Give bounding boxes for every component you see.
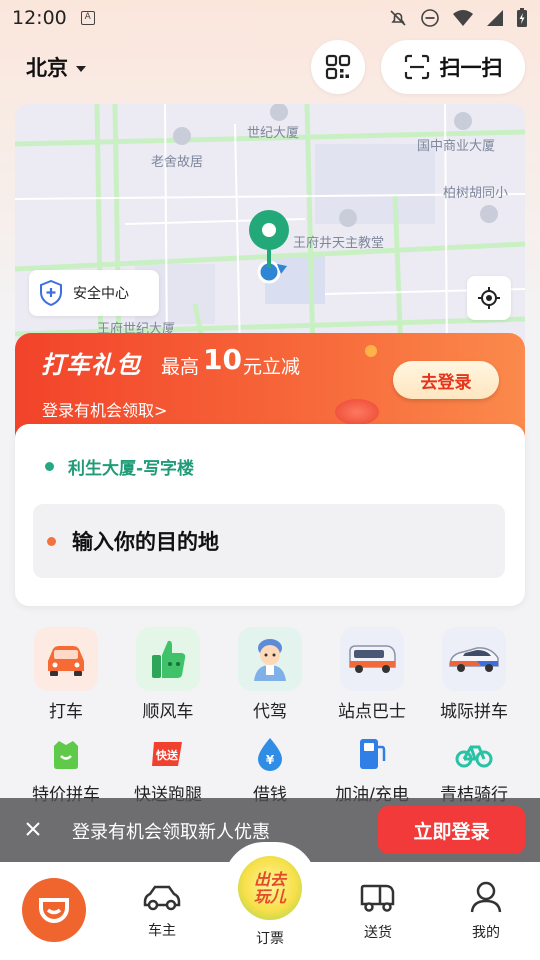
svg-text:快送: 快送	[155, 748, 179, 762]
profile-icon	[470, 881, 502, 913]
service-station-bus[interactable]: 站点巴士	[322, 627, 422, 722]
taxi-car-icon	[34, 627, 98, 691]
trip-card: 利生大厦-写字楼 输入你的目的地	[15, 424, 525, 606]
map-label-poi: 柏树胡同小	[443, 186, 509, 201]
caret-down-icon	[76, 65, 86, 72]
city-name: 北京	[26, 56, 68, 80]
map-label-poi: 国中商业大厦	[417, 139, 496, 154]
nav-label: 车主	[148, 923, 176, 939]
bike-icon	[454, 736, 494, 772]
pickup-location[interactable]: 利生大厦-写字楼	[45, 454, 194, 479]
qr-code-icon	[325, 54, 351, 80]
map-label-poi: 世纪大厦	[247, 126, 300, 141]
promo-description-link[interactable]: 登录有机会领取>	[42, 397, 167, 421]
nav-profile[interactable]: 我的	[446, 880, 526, 942]
nav-label: 订票	[256, 931, 284, 947]
notification-a-icon: A	[80, 11, 95, 25]
nav-car-owner[interactable]: 车主	[122, 882, 202, 940]
shield-icon	[40, 280, 62, 306]
locate-me-button[interactable]	[467, 276, 511, 320]
truck-icon	[360, 884, 395, 912]
home-tab[interactable]	[22, 878, 86, 942]
discount-carpool-icon	[46, 736, 86, 772]
promo-suffix: 元立减	[243, 356, 301, 378]
service-taxi[interactable]: 打车	[16, 627, 116, 722]
destination-dot-icon	[47, 536, 56, 546]
mute-bell-icon	[390, 10, 406, 26]
promo-prefix: 最高	[161, 356, 200, 378]
didi-logo-icon	[39, 898, 69, 923]
safety-center-button[interactable]: 安全中心	[29, 270, 159, 316]
status-bar: 12:00 A	[0, 0, 540, 36]
city-selector[interactable]: 北京	[26, 52, 86, 82]
do-not-disturb-icon	[421, 9, 439, 27]
service-fuel-charge[interactable]: 加油/充电	[317, 736, 427, 805]
nav-delivery[interactable]: 送货	[338, 882, 418, 942]
service-label: 打车	[49, 702, 83, 722]
wifi-icon	[453, 10, 473, 26]
car-owner-icon	[143, 885, 181, 911]
fuel-charge-icon	[352, 736, 392, 772]
close-icon[interactable]	[24, 820, 42, 838]
scan-button[interactable]: 扫一扫	[381, 40, 525, 94]
login-now-button[interactable]: 立即登录	[378, 806, 525, 854]
map-label-poi: 老舍故居	[151, 155, 204, 170]
service-label: 顺风车	[142, 702, 194, 722]
service-label: 城际拼车	[440, 702, 508, 722]
badge-line2: 玩儿	[253, 887, 286, 906]
pickup-dot-icon	[45, 462, 54, 471]
svg-text:¥: ¥	[266, 753, 275, 767]
status-time: 12:00	[12, 7, 67, 29]
qr-code-button[interactable]	[311, 40, 365, 94]
service-loan[interactable]: ¥ 借钱	[215, 736, 325, 805]
loan-icon: ¥	[250, 736, 290, 772]
coin-decoration	[335, 399, 379, 425]
destination-input[interactable]: 输入你的目的地	[33, 504, 505, 578]
crosshair-icon	[478, 287, 500, 309]
nav-tickets[interactable]: 订票	[230, 924, 310, 948]
battery-charging-icon	[517, 8, 527, 27]
nav-label: 我的	[472, 925, 500, 941]
thumbs-up-icon	[136, 627, 200, 691]
ticket-badge-icon[interactable]: 出去 玩儿	[238, 856, 302, 920]
bus-icon	[340, 627, 404, 691]
service-express-delivery[interactable]: 快送 快送跑腿	[113, 736, 223, 805]
signal-icon	[487, 10, 503, 26]
service-label: 站点巴士	[338, 702, 406, 722]
scan-icon	[404, 54, 429, 80]
service-bike[interactable]: 青桔骑行	[419, 736, 529, 805]
destination-placeholder: 输入你的目的地	[72, 530, 219, 554]
nav-label: 送货	[364, 925, 392, 941]
coin-decoration	[365, 345, 377, 357]
promo-amount: 10	[203, 343, 242, 376]
badge-line1: 出去	[253, 870, 286, 889]
express-delivery-icon: 快送	[148, 736, 188, 772]
promo-login-button[interactable]: 去登录	[393, 361, 499, 399]
promo-title: 打车礼包	[41, 351, 141, 379]
location-pin-icon	[247, 208, 291, 268]
pickup-label: 利生大厦-写字楼	[68, 459, 195, 479]
toast-message: 登录有机会领取新人优惠	[72, 822, 270, 843]
driver-icon	[238, 627, 302, 691]
scan-label: 扫一扫	[439, 56, 503, 80]
service-hitch[interactable]: 顺风车	[118, 627, 218, 722]
service-label: 代驾	[253, 702, 287, 722]
safety-center-label: 安全中心	[73, 286, 129, 302]
service-intercity-carpool[interactable]: 城际拼车	[424, 627, 524, 722]
map-label-poi: 王府井天主教堂	[293, 236, 385, 251]
intercity-car-icon	[442, 627, 506, 691]
service-discount-carpool[interactable]: 特价拼车	[11, 736, 121, 805]
map-view[interactable]: 世纪大厦 国中商业大厦 老舍故居 柏树胡同小 王府井天主教堂 王府世纪大厦 安全…	[15, 104, 525, 354]
service-designated-driver[interactable]: 代驾	[220, 627, 320, 722]
